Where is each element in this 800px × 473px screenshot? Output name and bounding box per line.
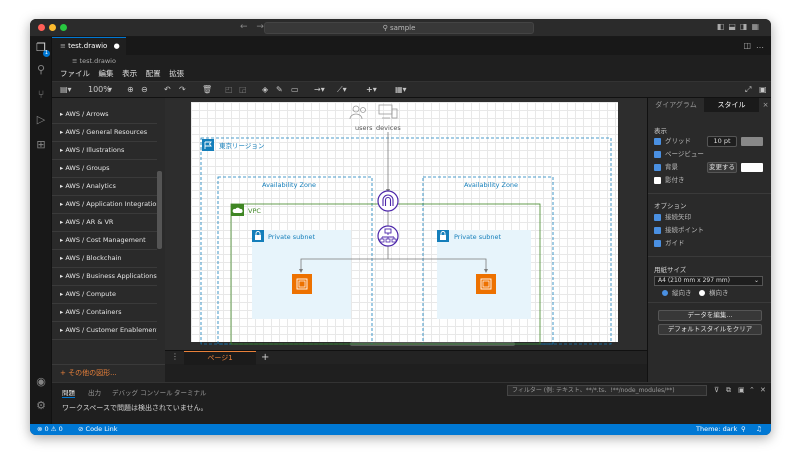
az-right-label: Availability Zone [464,181,518,189]
grid-checkbox[interactable] [654,138,661,145]
shadow-label: 影付き [665,176,685,184]
vpc-label: VPC [248,207,261,215]
ec2-instance-right-icon[interactable] [476,274,496,294]
grid-label: グリッド [665,137,691,145]
options-section-title: オプション [654,202,687,210]
tab-style[interactable]: スタイル [704,98,759,112]
landscape-label: 横向き [709,289,729,297]
guides-checkbox[interactable] [654,240,661,247]
warning-icon: ⚠ [50,425,57,433]
subnet-left-label: Private subnet [268,233,315,241]
copy-icon[interactable]: ⧉ [726,386,731,395]
devices-label: devices [376,124,401,132]
chevron-down-icon: ⌄ [753,277,759,284]
pages-menu-icon[interactable]: ⋮ [171,352,179,361]
close-panel-icon[interactable]: ✕ [760,386,766,394]
az-left-label: Availability Zone [262,181,316,189]
page-view-label: ページビュー [665,150,704,158]
background-checkbox[interactable] [654,164,661,171]
internet-gateway-icon[interactable] [377,190,399,212]
problems-filter-input[interactable]: フィルター (例: テキスト、**/*.ts、!**/node_modules/… [507,385,707,396]
code-link-label: Code Link [85,425,118,433]
feedback-icon[interactable]: ⚲ [741,424,746,435]
elastic-load-balancer-icon[interactable] [377,225,399,247]
tab-output[interactable]: 出力 [88,387,101,397]
add-page-button[interactable]: + [261,351,269,364]
vscode-window: ← → ⚲ sample ◧⬓◨▦ ❐ 1 ⚲ ⑂ ▷ ⊞ ◉ ⚙ ≡ test… [30,19,771,435]
users-icon[interactable] [349,105,366,120]
tab-problems[interactable]: 問題 [62,387,75,398]
filter-icon[interactable]: ⊽ [714,386,719,394]
theme-status[interactable]: Theme: dark [696,424,737,435]
page-tab-1[interactable]: ページ1 [184,351,256,365]
ec2-instance-left-icon[interactable] [292,274,312,294]
warning-count: 0 [58,425,63,433]
bottom-panel: 問題 出力 デバッグ コンソール ターミナル フィルター (例: テキスト、**… [52,382,771,424]
divider [648,302,771,303]
devices-icon[interactable] [378,104,398,119]
lock-body [440,235,446,240]
grid-size-input[interactable]: 10 pt [707,136,737,147]
tab-terminal[interactable]: ターミナル [174,387,207,397]
link-icon: ⊘ [78,425,84,433]
code-link-status[interactable]: ⊘ Code Link [78,424,118,435]
background-label: 背景 [665,163,678,171]
tab-diagram[interactable]: ダイアグラム [648,98,704,112]
region-label: 東京リージョン [219,141,264,150]
collapse-icon[interactable]: ▣ [738,386,745,394]
tab-debug-console[interactable]: デバッグ コンソール [112,387,173,397]
paper-size-title: 用紙サイズ [654,266,687,274]
shadow-checkbox[interactable] [654,177,661,184]
divider [648,193,771,194]
guides-label: ガイド [665,239,685,247]
problems-status[interactable]: ⊗ 0 ⚠ 0 [37,424,63,435]
connection-arrows-checkbox[interactable] [654,214,661,221]
status-bar: ⊗ 0 ⚠ 0 ⊘ Code Link Theme: dark ⚲ ♫ [30,424,771,435]
error-count: 0 [44,425,49,433]
paper-size-select[interactable]: A4 (210 mm x 297 mm) ⌄ [654,276,763,286]
error-icon: ⊗ [37,425,43,433]
page-tab-bar: ⋮ ページ1 + [165,350,647,365]
edit-data-button[interactable]: データを編集... [658,310,762,321]
connection-points-checkbox[interactable] [654,227,661,234]
region-flag-icon [202,139,214,151]
paper-size-value: A4 (210 mm x 297 mm) [658,277,730,284]
users-label: users [355,124,373,132]
background-color-swatch[interactable] [741,163,763,172]
maximize-panel-icon[interactable]: ⌃ [749,386,755,394]
subnet-right-label: Private subnet [454,233,501,241]
change-background-button[interactable]: 変更する [707,162,737,173]
notifications-bell-icon[interactable]: ♫ [756,424,762,435]
format-panel: ダイアグラム スタイル × 表示 グリッド 10 pt ページビュー 背景 変更… [647,98,771,382]
portrait-label: 縦向き [672,289,692,297]
landscape-radio[interactable] [699,290,705,296]
connection-arrows-label: 接続矢印 [665,213,691,221]
close-panel-icon[interactable]: × [759,98,771,112]
divider [648,256,771,257]
clear-default-style-button[interactable]: デフォルトスタイルをクリア [658,324,762,335]
connection-points-label: 接続ポイント [665,226,704,234]
portrait-radio[interactable] [662,290,668,296]
lock-body [255,235,261,240]
grid-color-swatch[interactable] [741,137,763,146]
page-view-checkbox[interactable] [654,151,661,158]
view-section-title: 表示 [654,127,667,135]
problems-message: ワークスペースで問題は検出されていません。 [62,404,208,412]
